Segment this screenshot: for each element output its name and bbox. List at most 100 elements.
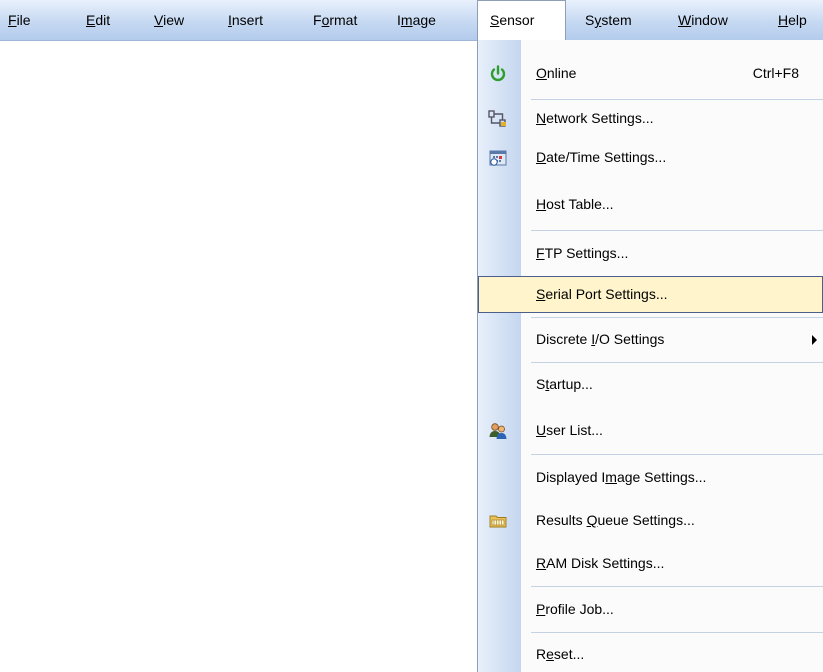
menu-item-startup[interactable]: Startup... (478, 366, 823, 403)
menu-item-label: Profile Job... (536, 591, 614, 628)
menu-help-accel: H (778, 12, 789, 28)
menu-window-accel: W (678, 12, 692, 28)
menu-help[interactable]: Help (770, 0, 815, 40)
menu-view-rest: iew (163, 12, 185, 28)
menu-item-label: Displayed Image Settings... (536, 459, 706, 496)
menu-help-rest: elp (788, 12, 807, 28)
menu-item-label: RAM Disk Settings... (536, 545, 664, 582)
menu-item-host-table[interactable]: Host Table... (478, 186, 823, 223)
menu-system[interactable]: System (577, 0, 640, 40)
menu-item-rest: rofile Job... (545, 601, 614, 617)
menu-item-accel: e (546, 646, 554, 662)
menu-item-ftp-settings[interactable]: FTP Settings... (478, 235, 823, 272)
menu-sensor-rest: ensor (499, 12, 535, 28)
menu-item-accel: m (605, 469, 617, 485)
menu-format[interactable]: Format (305, 0, 365, 40)
menu-separator (531, 230, 823, 231)
menu-item-accel: U (536, 422, 547, 438)
menu-item-ram-disk-settings[interactable]: RAM Disk Settings... (478, 545, 823, 582)
menu-item-discrete-io-settings[interactable]: Discrete I/O Settings (478, 321, 823, 358)
menu-item-rest: artup... (549, 376, 593, 392)
menu-item-label: Discrete I/O Settings (536, 321, 664, 358)
menu-item-accel: R (536, 555, 547, 571)
menu-item-reset[interactable]: Reset... (478, 636, 823, 672)
menu-bar: File Edit View Insert Format Image Senso… (0, 0, 823, 41)
menu-item-network-settings[interactable]: Network Settings... (478, 100, 823, 137)
menu-item-displayed-image-settings[interactable]: Displayed Image Settings... (478, 459, 823, 496)
menu-system-rest: stem (601, 12, 632, 28)
menu-format-pre: F (313, 12, 322, 28)
menu-system-pre: S (585, 12, 595, 28)
menu-item-profile-job[interactable]: Profile Job... (478, 591, 823, 628)
menu-separator (531, 632, 823, 633)
menu-item-label: Date/Time Settings... (536, 139, 666, 176)
menu-item-label: Startup... (536, 366, 593, 403)
menu-item-rest: ost Table... (546, 196, 614, 212)
menu-item-accel: H (536, 196, 547, 212)
menu-item-rest: TP Settings... (544, 245, 629, 261)
menu-item-pre: Results (536, 512, 587, 528)
menu-view[interactable]: View (146, 0, 192, 40)
menu-file-accel: F (8, 12, 17, 28)
menu-format-rest: rmat (329, 12, 358, 28)
menu-item-online[interactable]: Online Ctrl+F8 (478, 55, 823, 92)
calendar-clock-icon (488, 148, 508, 168)
menu-file[interactable]: File (0, 0, 39, 40)
menu-item-label: FTP Settings... (536, 235, 628, 272)
menu-item-pre: Discrete (536, 331, 592, 347)
menu-insert-rest: nsert (231, 12, 264, 28)
menu-item-accel: P (536, 601, 546, 617)
submenu-arrow-icon (812, 335, 817, 345)
menu-separator (531, 586, 823, 587)
menu-item-accel: N (536, 110, 547, 126)
power-icon (488, 64, 508, 84)
menu-item-accel: S (536, 286, 546, 302)
menu-item-rest: set... (553, 646, 585, 662)
menu-separator (531, 454, 823, 455)
menu-item-pre: S (536, 376, 546, 392)
menu-item-rest: age Settings... (616, 469, 707, 485)
menu-separator (531, 317, 823, 318)
menu-edit-rest: dit (95, 12, 111, 28)
menu-item-label: Results Queue Settings... (536, 502, 695, 539)
menu-item-date-time-settings[interactable]: Date/Time Settings... (478, 139, 823, 176)
menu-item-accel: F (536, 245, 545, 261)
menu-item-rest: etwork Settings... (546, 110, 654, 126)
menu-file-rest: ile (16, 12, 31, 28)
menu-edit[interactable]: Edit (78, 0, 118, 40)
menu-sensor[interactable]: Sensor (477, 0, 566, 40)
menu-item-rest: ate/Time Settings... (546, 149, 667, 165)
menu-sensor-accel: S (490, 12, 500, 28)
menu-item-label: Host Table... (536, 186, 614, 223)
menu-item-accel: Q (586, 512, 598, 528)
network-icon (488, 109, 508, 129)
menu-item-accel: D (536, 149, 547, 165)
menu-item-label: Online (536, 55, 576, 92)
menu-image[interactable]: Image (389, 0, 444, 40)
menu-window[interactable]: Window (670, 0, 736, 40)
menu-item-rest: AM Disk Settings... (546, 555, 665, 571)
menu-insert[interactable]: Insert (220, 0, 271, 40)
menu-item-user-list[interactable]: User List... (478, 412, 823, 449)
menu-item-shortcut: Ctrl+F8 (752, 65, 799, 81)
menu-item-pre: Displayed I (536, 469, 606, 485)
menu-window-rest: indow (691, 12, 728, 28)
menu-item-rest: ser List... (546, 422, 603, 438)
menu-item-rest: /O Settings (595, 331, 665, 347)
menu-separator (531, 362, 823, 363)
menu-item-results-queue-settings[interactable]: Results Queue Settings... (478, 502, 823, 539)
menu-item-pre: R (536, 646, 547, 662)
sensor-menu: Online Ctrl+F8 Network Settings... Date/… (477, 40, 823, 672)
menu-item-rest: nline (546, 65, 577, 81)
folder-icon (488, 511, 508, 531)
menu-item-serial-port-settings[interactable]: Serial Port Settings... (478, 276, 823, 313)
menu-image-accel: m (400, 12, 413, 28)
menu-item-accel: O (536, 65, 547, 81)
menu-item-rest: erial Port Settings... (545, 286, 668, 302)
menu-edit-accel: E (86, 12, 96, 28)
menu-view-accel: V (154, 12, 164, 28)
menu-item-label: Reset... (536, 636, 584, 672)
menu-image-rest: age (412, 12, 436, 28)
menu-item-rest: ueue Settings... (597, 512, 695, 528)
menu-item-label: User List... (536, 412, 603, 449)
